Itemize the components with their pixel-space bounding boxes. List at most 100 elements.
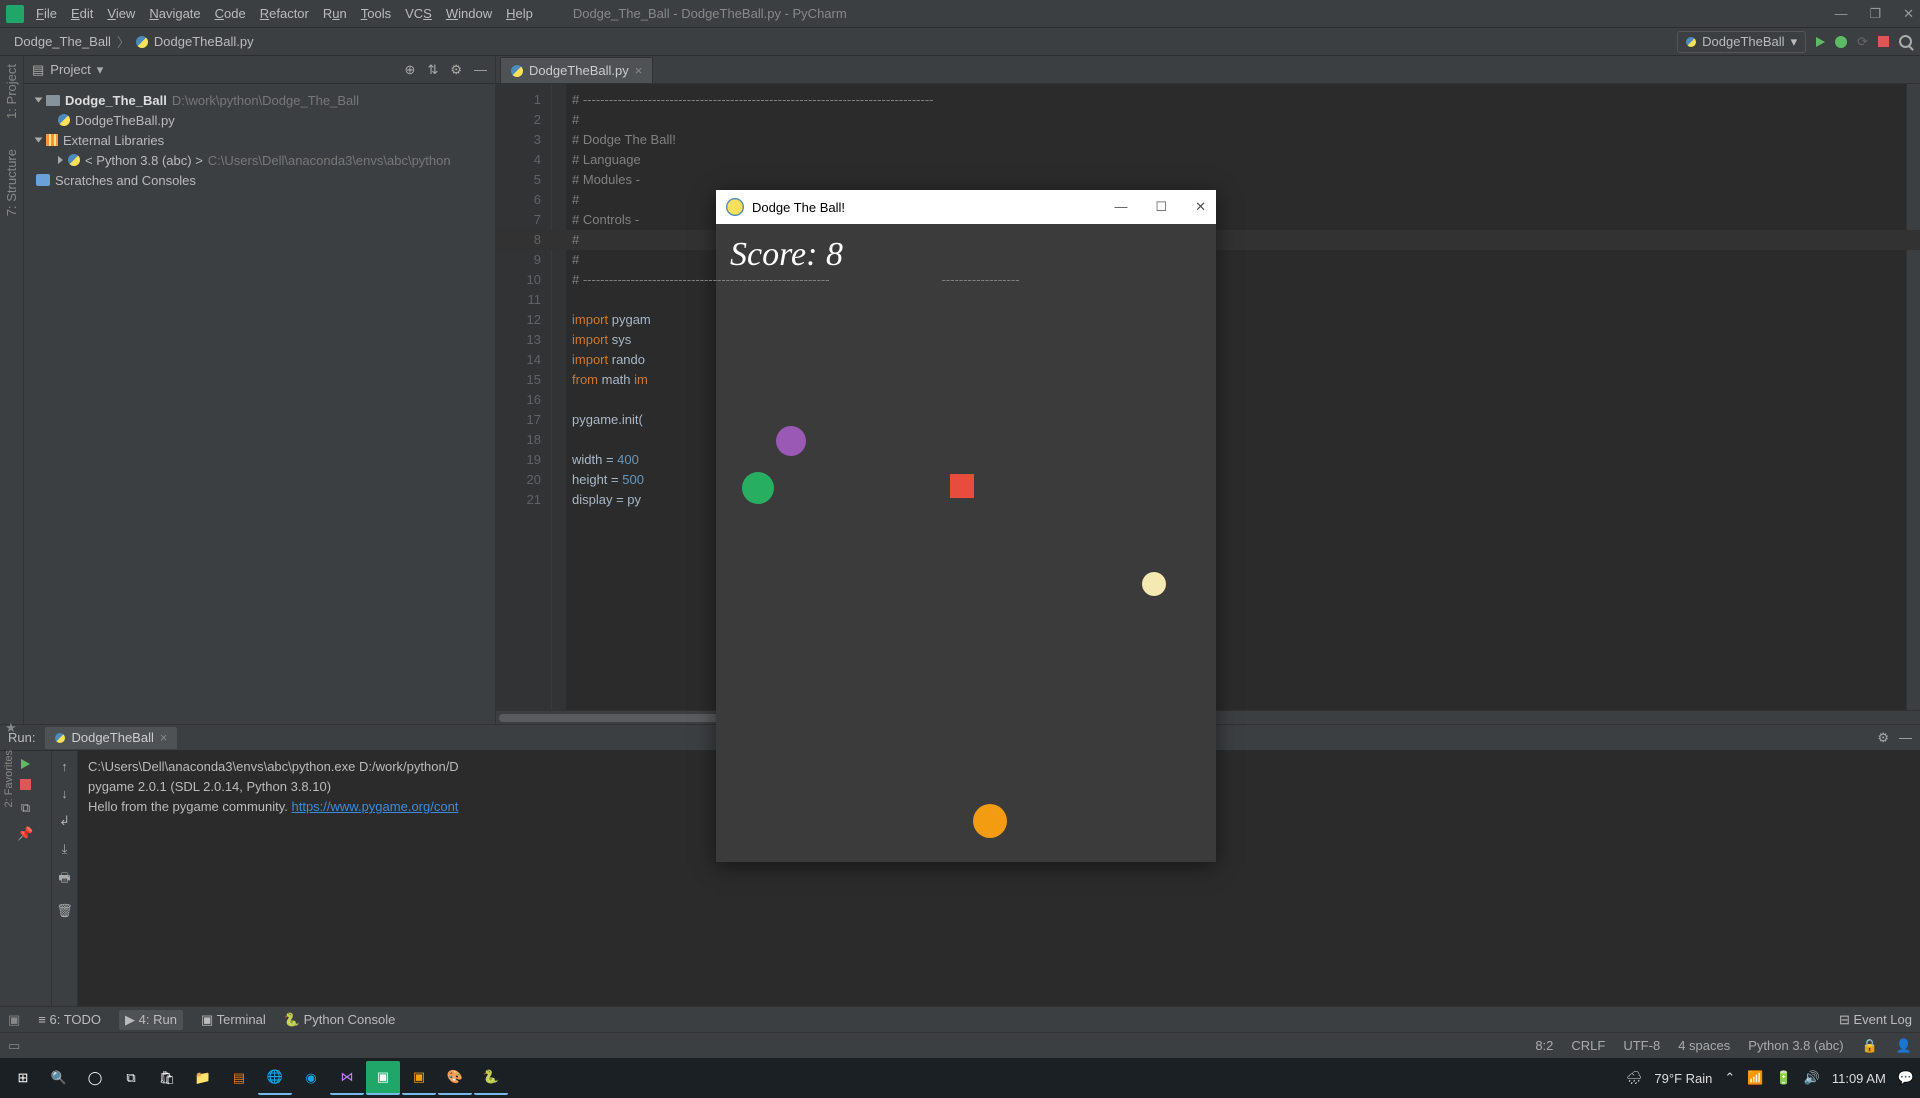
menu-refactor[interactable]: Refactor — [260, 6, 309, 21]
sidebar-tab-favorites[interactable]: 2: Favorites — [3, 750, 15, 807]
menu-window[interactable]: Window — [446, 6, 492, 21]
sidebar-tab-structure[interactable]: 7: Structure — [4, 149, 19, 216]
app-explorer-icon[interactable]: 📁 — [186, 1061, 220, 1095]
tray-wifi-icon[interactable]: 📶 — [1747, 1070, 1763, 1086]
trash-icon[interactable]: 🗑 — [56, 903, 73, 919]
expand-icon[interactable]: ⇅ — [427, 62, 438, 78]
game-object — [1142, 572, 1166, 596]
start-button[interactable]: ⊞ — [6, 1061, 40, 1095]
app-sublime-icon[interactable]: ▣ — [402, 1061, 436, 1095]
menu-help[interactable]: Help — [506, 6, 533, 21]
project-header-label[interactable]: Project — [50, 62, 90, 77]
chevron-down-icon[interactable] — [35, 138, 43, 143]
weather-text[interactable]: 79°F Rain — [1654, 1071, 1712, 1086]
down-arrow-icon[interactable]: ↓ — [61, 786, 68, 801]
tree-python-env[interactable]: < Python 3.8 (abc) > C:\Users\Dell\anaco… — [24, 150, 495, 170]
app-misc-icon[interactable]: 🎨 — [438, 1061, 472, 1095]
toolwin-terminal[interactable]: ▣ Terminal — [201, 1012, 266, 1028]
status-lock-icon[interactable]: ▭ — [8, 1038, 20, 1054]
scroll-icon[interactable]: ⤓ — [62, 841, 68, 857]
app-edge-icon[interactable]: ◉ — [294, 1061, 328, 1095]
stripe-square-icon[interactable]: ▣ — [8, 1012, 20, 1028]
tree-file[interactable]: DodgeTheBall.py — [24, 110, 495, 130]
print-icon[interactable]: 🖶 — [58, 869, 70, 891]
debug-button[interactable] — [1835, 36, 1847, 48]
menu-view[interactable]: View — [107, 6, 135, 21]
app-office-icon[interactable]: ▤ — [222, 1061, 256, 1095]
rerun-button[interactable] — [21, 759, 30, 769]
run-settings-gear-icon[interactable]: ⚙ — [1877, 730, 1889, 746]
status-position[interactable]: 8:2 — [1535, 1038, 1553, 1053]
menu-file[interactable]: File — [36, 6, 57, 21]
favorites-star-icon[interactable]: ★ — [5, 720, 17, 736]
menu-code[interactable]: Code — [215, 6, 246, 21]
editor-scrollbar[interactable] — [1906, 84, 1920, 710]
toolwin-run[interactable]: ▶ 4: Run — [119, 1010, 183, 1030]
settings-gear-icon[interactable]: ⚙ — [450, 62, 462, 78]
layout-icon[interactable]: ⧉ — [21, 800, 30, 816]
run-button[interactable] — [1816, 37, 1825, 47]
up-arrow-icon[interactable]: ↑ — [61, 759, 68, 774]
toolwin-python-console[interactable]: 🐍 Python Console — [284, 1012, 396, 1028]
toolwin-eventlog[interactable]: ⊟ Event Log — [1839, 1012, 1912, 1028]
menu-run[interactable]: Run — [323, 6, 347, 21]
locate-icon[interactable]: ⊕ — [405, 62, 416, 78]
status-encoding[interactable]: UTF-8 — [1623, 1038, 1660, 1053]
editor-tab[interactable]: DodgeTheBall.py × — [500, 57, 653, 83]
window-minimize-icon[interactable]: — — [1834, 6, 1847, 22]
menu-edit[interactable]: Edit — [71, 6, 93, 21]
stop-button[interactable] — [1878, 36, 1889, 47]
run-tab[interactable]: DodgeTheBall × — [45, 727, 177, 749]
tree-scratches-label: Scratches and Consoles — [55, 173, 196, 188]
search-everywhere-button[interactable] — [1899, 35, 1912, 48]
status-read-lock-icon[interactable]: 🔒 — [1862, 1038, 1878, 1054]
line-gutter[interactable]: 123456789101112131415161718192021 — [496, 84, 552, 710]
tree-scratches[interactable]: Scratches and Consoles — [24, 170, 495, 190]
chevron-down-icon[interactable] — [35, 98, 43, 103]
search-button[interactable]: 🔍 — [42, 1061, 76, 1095]
window-maximize-icon[interactable]: ❐ — [1869, 6, 1881, 22]
status-interpreter[interactable]: Python 3.8 (abc) — [1748, 1038, 1843, 1053]
hide-icon[interactable]: — — [474, 62, 487, 77]
tree-root[interactable]: Dodge_The_Ball D:\work\python\Dodge_The_… — [24, 90, 495, 110]
chevron-down-icon[interactable]: ▾ — [97, 62, 104, 78]
fold-gutter[interactable] — [552, 84, 566, 710]
stop-button[interactable] — [20, 779, 31, 790]
tray-volume-icon[interactable]: 🔊 — [1804, 1070, 1820, 1086]
weather-icon[interactable]: 🌧 — [1626, 1070, 1643, 1086]
close-tab-icon[interactable]: × — [635, 63, 643, 78]
wrap-icon[interactable]: ↲ — [59, 813, 70, 829]
status-indent[interactable]: 4 spaces — [1678, 1038, 1730, 1053]
run-hide-icon[interactable]: — — [1899, 730, 1912, 745]
status-line-sep[interactable]: CRLF — [1571, 1038, 1605, 1053]
pycharm-logo-icon — [6, 5, 24, 23]
breadcrumb-file[interactable]: DodgeTheBall.py — [154, 34, 254, 49]
app-chrome-icon[interactable]: 🌐 — [258, 1061, 292, 1095]
project-tree[interactable]: Dodge_The_Ball D:\work\python\Dodge_The_… — [24, 84, 495, 196]
taskview-icon[interactable]: ⧉ — [114, 1061, 148, 1095]
sidebar-tab-project[interactable]: 1: Project — [4, 64, 19, 119]
tray-chevron-icon[interactable]: ⌃ — [1724, 1070, 1735, 1086]
menu-navigate[interactable]: Navigate — [149, 6, 200, 21]
close-tab-icon[interactable]: × — [160, 730, 168, 745]
chevron-right-icon[interactable] — [58, 156, 63, 164]
console-link[interactable]: https://www.pygame.org/cont — [292, 799, 459, 814]
pin-icon[interactable]: 📌 — [17, 826, 33, 842]
tray-clock[interactable]: 11:09 AM — [1832, 1071, 1886, 1086]
app-pygame-icon[interactable]: 🐍 — [474, 1061, 508, 1095]
tray-notifications-icon[interactable]: 💬 — [1898, 1070, 1914, 1086]
app-store-icon[interactable]: 🛍 — [150, 1061, 184, 1095]
menu-vcs[interactable]: VCS — [405, 6, 432, 21]
tree-external-libs[interactable]: External Libraries — [24, 130, 495, 150]
menu-tools[interactable]: Tools — [361, 6, 391, 21]
window-close-icon[interactable]: ✕ — [1903, 6, 1914, 22]
run-coverage-button[interactable]: ⟳ — [1857, 34, 1868, 50]
app-pycharm-icon[interactable]: ▣ — [366, 1061, 400, 1095]
toolwin-todo[interactable]: ≡ 6: TODO — [38, 1012, 101, 1027]
status-inspect-icon[interactable]: 👤 — [1896, 1038, 1912, 1054]
tray-battery-icon[interactable]: 🔋 — [1775, 1070, 1791, 1086]
run-config-selector[interactable]: DodgeTheBall ▾ — [1677, 31, 1806, 53]
breadcrumb-root[interactable]: Dodge_The_Ball — [14, 34, 111, 49]
app-vs-icon[interactable]: ⋈ — [330, 1061, 364, 1095]
cortana-icon[interactable]: ◯ — [78, 1061, 112, 1095]
